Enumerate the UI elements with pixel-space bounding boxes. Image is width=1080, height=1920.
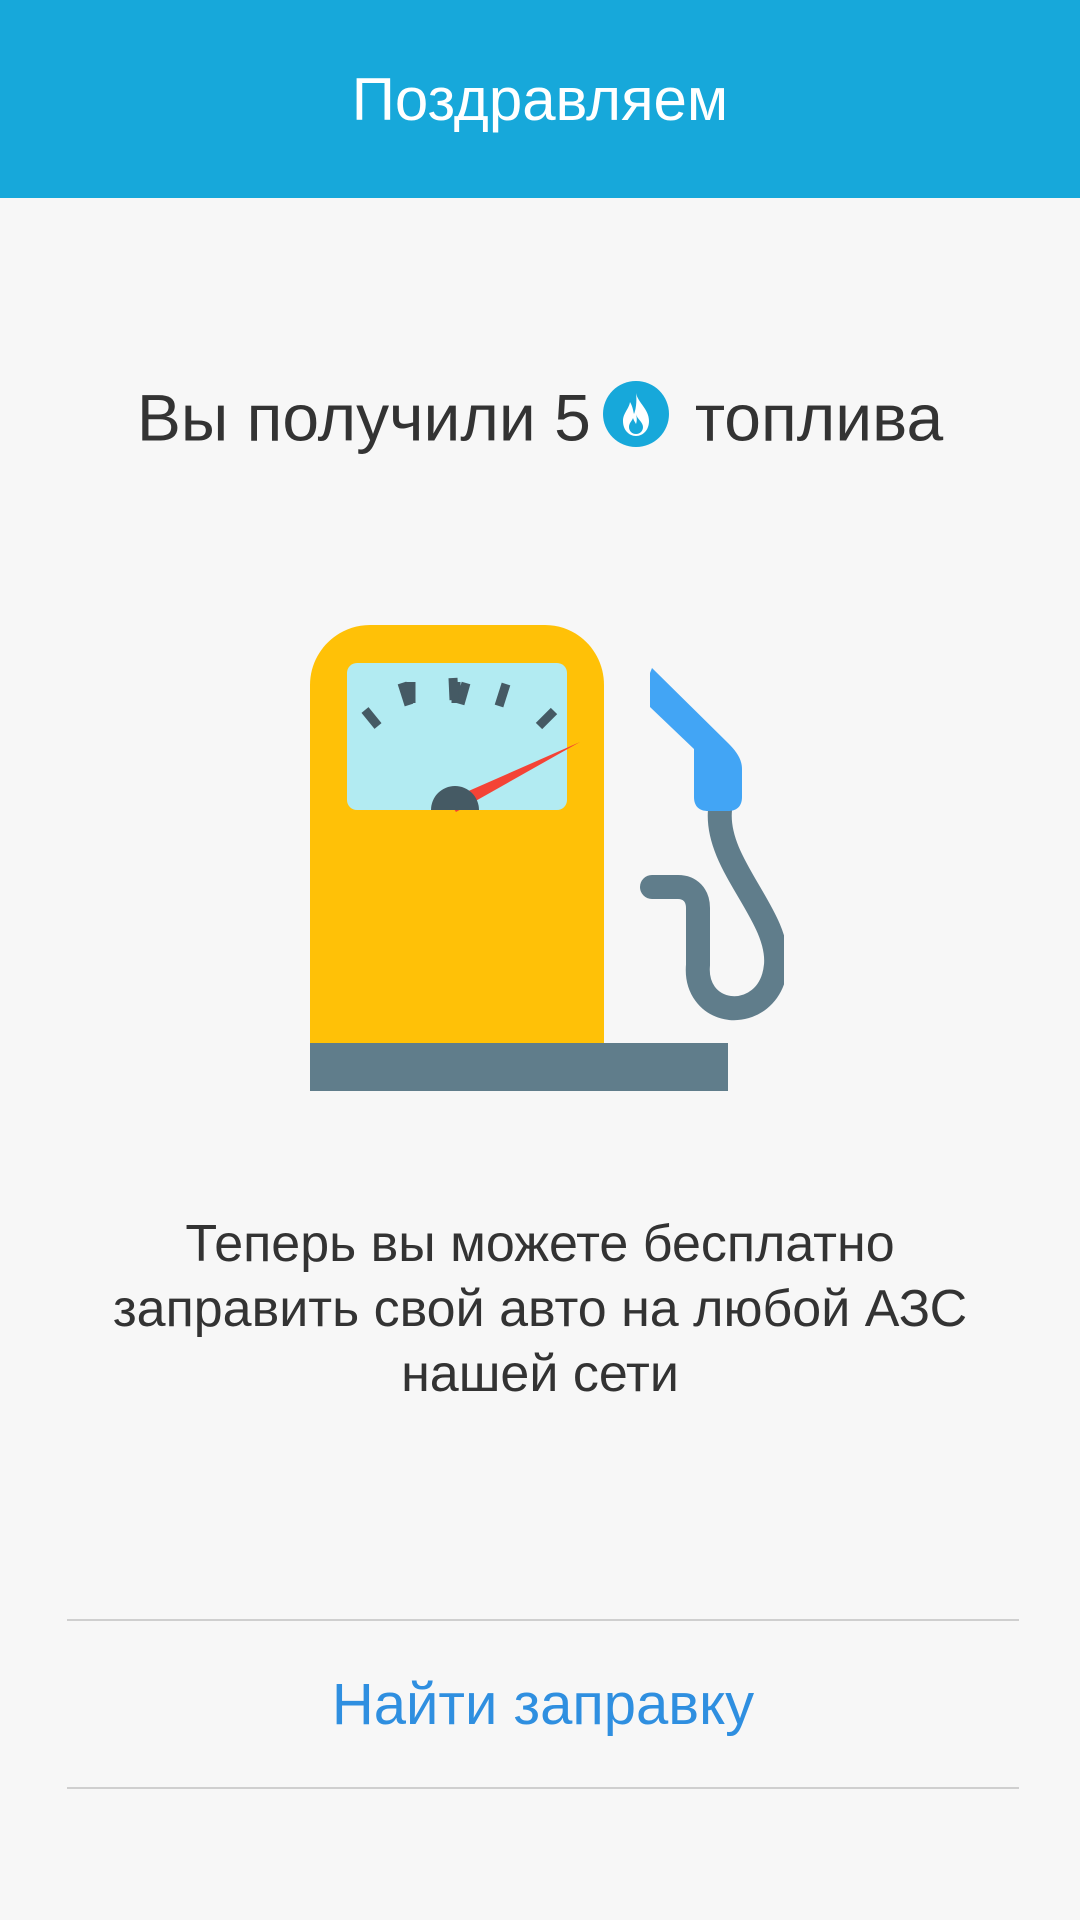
page-title: Поздравляем [351, 66, 729, 133]
fuel-flame-icon [602, 380, 669, 447]
gas-pump-icon [310, 625, 784, 1095]
reward-message: Вы получили 5 топлива [0, 372, 1080, 458]
header-bar: Поздравляем [0, 0, 1080, 198]
info-message: Теперь вы можете бесплатно заправить сво… [112, 1215, 968, 1403]
reward-suffix: топлива [694, 380, 944, 455]
find-station-button[interactable]: Найти заправку [67, 1621, 1019, 1787]
reward-prefix: Вы получили 5 [136, 380, 591, 455]
divider [67, 1787, 1019, 1789]
